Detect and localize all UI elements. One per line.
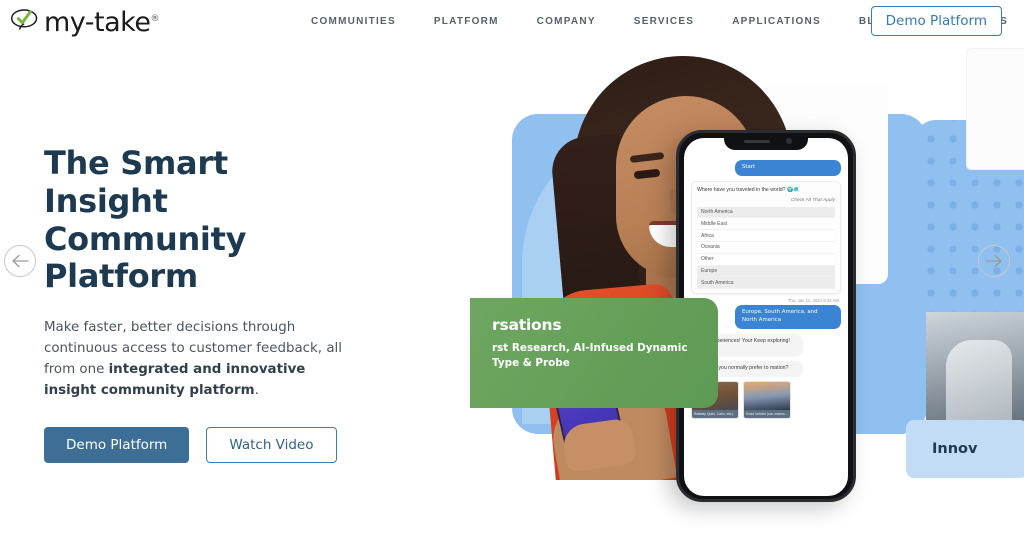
- site-header: my-take® COMMUNITIES PLATFORM COMPANY SE…: [0, 0, 1024, 42]
- next-slide-photo: [926, 312, 1024, 432]
- globe-map-emoji-icon: 🌍🗺️: [786, 186, 800, 193]
- survey-option-other[interactable]: Other: [697, 253, 835, 266]
- thumbnail-caption: Road Vehicle (car, motorc...: [744, 410, 790, 419]
- nav-item-services[interactable]: SERVICES: [615, 16, 713, 27]
- logo-registered-mark: ®: [150, 13, 159, 24]
- next-slide-white-card: [966, 48, 1024, 170]
- hero-description: Make faster, better decisions through co…: [44, 318, 362, 402]
- feature-card-subtitle: rst Research, AI-Infused Dynamic Type & …: [492, 341, 698, 371]
- carousel-next-button[interactable]: [978, 245, 1010, 277]
- thumbnail-option-road-vehicle[interactable]: Road Vehicle (car, motorc...: [743, 381, 791, 420]
- phone-side-button: [853, 237, 856, 283]
- survey-option-africa[interactable]: Africa: [697, 230, 835, 242]
- survey-option-north-america[interactable]: North America: [697, 206, 835, 219]
- hero-copy: The Smart Insight Community Platform Mak…: [44, 144, 374, 463]
- survey-question-text: Where have you traveled in the world? 🌍🗺…: [697, 187, 835, 195]
- hero-title-line-2: Insight Community: [44, 181, 247, 258]
- survey-option-middle-east[interactable]: Middle East: [697, 218, 835, 231]
- survey-question-card: Where have you traveled in the world? 🌍🗺…: [691, 180, 841, 295]
- nav-item-applications[interactable]: APPLICATIONS: [713, 16, 840, 27]
- phone-camera-icon: [786, 138, 792, 144]
- page-title: The Smart Insight Community Platform: [44, 144, 374, 296]
- checkmark-bubble-logo-icon: [10, 9, 38, 30]
- arrow-right-icon: [985, 254, 1002, 268]
- next-slide-preview: Innov: [896, 42, 1024, 537]
- start-chat-bubble[interactable]: Start: [735, 160, 841, 176]
- phone-speaker-icon: [744, 140, 770, 143]
- survey-option-oceania[interactable]: Oceania: [697, 241, 835, 254]
- logo-text: my-take®: [44, 6, 159, 38]
- hero-title-line-3: Platform: [44, 257, 198, 296]
- feature-card-subtitle-line-1: rst Research, AI-Infused Dynamic: [492, 342, 688, 354]
- hero-carousel-slide: Start Where have you traveled in the wor…: [470, 42, 1024, 537]
- hero-section: The Smart Insight Community Platform Mak…: [0, 42, 1024, 537]
- header-demo-platform-button[interactable]: Demo Platform: [870, 6, 1002, 36]
- survey-option-south-america[interactable]: South America: [697, 277, 835, 290]
- carousel-prev-button[interactable]: [4, 245, 36, 277]
- logo[interactable]: my-take®: [10, 4, 159, 38]
- survey-option-europe[interactable]: Europe: [697, 265, 835, 278]
- feature-card-title: rsations: [492, 316, 562, 334]
- thumbnail-caption: Railway Quito, Cairo, etc.): [692, 410, 738, 419]
- answer-chat-bubble: Europe, South America, and North America: [735, 305, 841, 329]
- hero-actions: Demo Platform Watch Video: [44, 426, 374, 463]
- hero-description-period: .: [254, 382, 259, 398]
- feature-card-subtitle-line-2: Type & Probe: [492, 357, 570, 370]
- thumbnail-image: [744, 382, 790, 411]
- watch-video-button[interactable]: Watch Video: [206, 426, 337, 463]
- next-slide-title: Innov: [932, 441, 978, 457]
- demo-platform-button[interactable]: Demo Platform: [44, 426, 190, 463]
- nav-item-platform[interactable]: PLATFORM: [415, 16, 518, 27]
- next-slide-title-card: Innov: [906, 420, 1024, 478]
- phone-notch: [724, 133, 808, 150]
- arrow-left-icon: [12, 254, 29, 268]
- nav-item-company[interactable]: COMPANY: [518, 16, 615, 27]
- survey-question-label: Where have you traveled in the world?: [697, 186, 786, 193]
- feature-card-conversations: rsations rst Research, AI-Infused Dynami…: [470, 298, 718, 408]
- nav-item-communities[interactable]: COMMUNITIES: [292, 16, 415, 27]
- hero-title-line-1: The Smart: [44, 144, 228, 182]
- survey-instruction: Check All That Apply: [790, 197, 835, 203]
